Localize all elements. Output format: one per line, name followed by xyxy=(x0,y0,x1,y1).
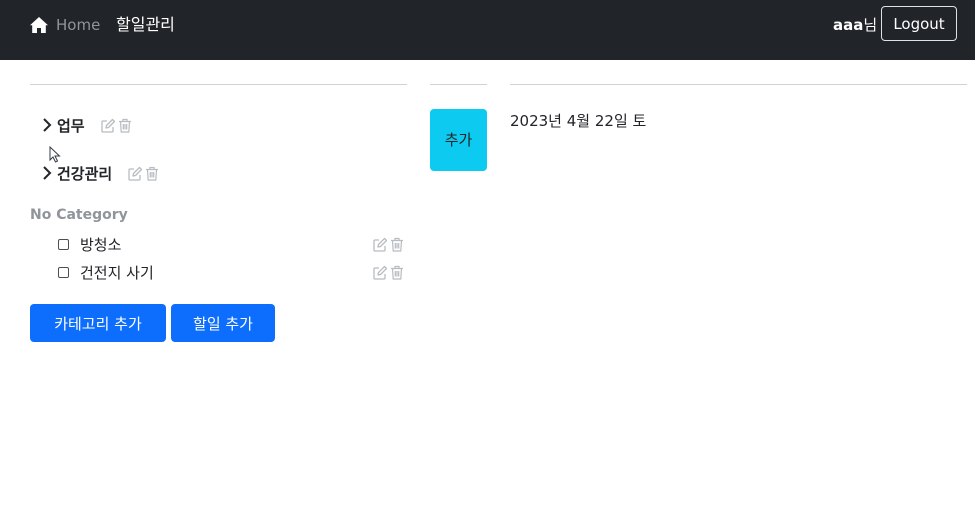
add-todo-button[interactable]: 할일 추가 xyxy=(171,304,275,342)
todo-text: 건전지 사기 xyxy=(80,263,154,282)
nav-todo-link[interactable]: 할일관리 xyxy=(116,14,175,36)
todo-checkbox[interactable] xyxy=(58,266,69,278)
category-name[interactable]: 건강관리 xyxy=(57,163,112,184)
category-name[interactable]: 업무 xyxy=(57,115,85,136)
edit-icon[interactable] xyxy=(128,166,143,181)
edit-icon[interactable] xyxy=(373,265,387,280)
home-icon xyxy=(30,17,48,33)
chevron-right-icon[interactable] xyxy=(40,165,54,181)
trash-icon[interactable] xyxy=(145,166,159,181)
home-label: Home xyxy=(56,16,101,34)
user-greeting: aaa님 xyxy=(833,15,877,35)
trash-icon[interactable] xyxy=(118,118,132,133)
edit-icon[interactable] xyxy=(373,237,387,252)
category-item[interactable]: 건강관리 xyxy=(40,161,159,185)
chevron-right-icon[interactable] xyxy=(40,117,54,133)
home-link[interactable]: Home xyxy=(29,15,100,35)
left-divider xyxy=(30,84,407,85)
add-button[interactable]: 추가 xyxy=(430,109,487,171)
middle-divider xyxy=(430,84,487,85)
edit-icon[interactable] xyxy=(100,118,115,133)
no-category-heading: No Category xyxy=(30,207,128,223)
todo-item: 방청소 xyxy=(58,233,404,255)
todo-checkbox[interactable] xyxy=(58,238,69,250)
todo-text: 방청소 xyxy=(80,235,122,254)
todo-item: 건전지 사기 xyxy=(58,261,404,283)
user-suffix: 님 xyxy=(863,16,878,34)
selected-date: 2023년 4월 22일 토 xyxy=(510,112,647,130)
username: aaa xyxy=(833,16,864,34)
trash-icon[interactable] xyxy=(390,237,404,252)
logout-button[interactable]: Logout xyxy=(881,6,957,41)
top-navbar: Home 할일관리 aaa님 Logout xyxy=(0,0,975,60)
add-category-button[interactable]: 카테고리 추가 xyxy=(30,304,166,342)
category-item[interactable]: 업무 xyxy=(40,113,132,137)
trash-icon[interactable] xyxy=(390,265,404,280)
mouse-cursor-icon xyxy=(49,146,61,163)
right-divider xyxy=(510,84,967,85)
